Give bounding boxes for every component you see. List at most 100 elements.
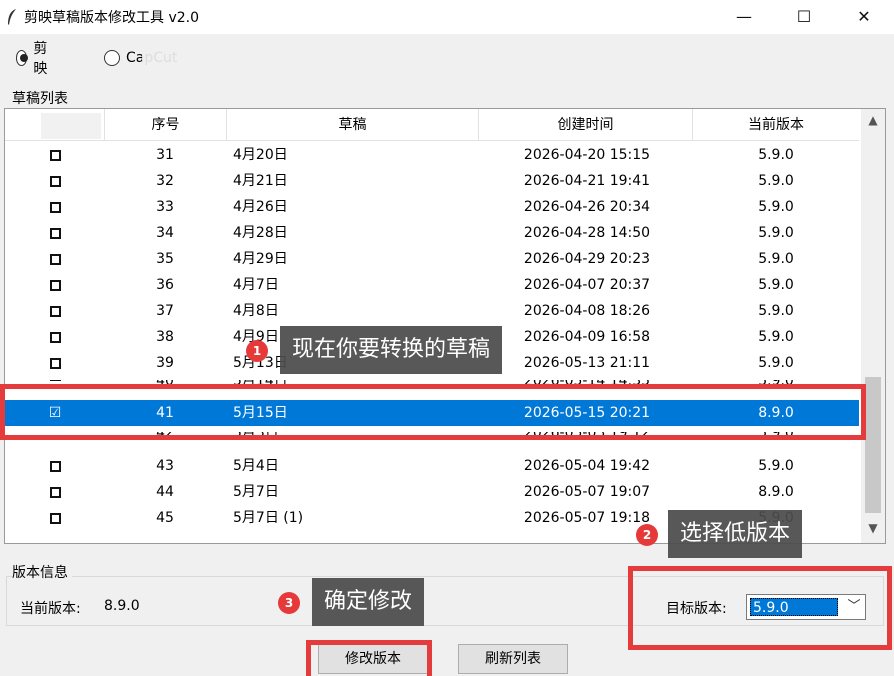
current-version-value: 8.9.0 <box>104 598 140 614</box>
checkbox-icon[interactable] <box>49 380 61 381</box>
step-badge-2: 2 <box>636 524 658 546</box>
row-draft-name: 4月28日 <box>233 225 288 241</box>
row-draft-name: 5月7日 (1) <box>233 510 304 526</box>
minimize-button[interactable]: — <box>714 0 774 34</box>
row-draft-name: 4月7日 <box>233 277 279 293</box>
row-draft-name: 4月29日 <box>233 251 288 267</box>
checkbox-icon[interactable] <box>49 227 61 239</box>
row-created-time: 2026-04-09 16:58 <box>523 329 651 345</box>
highlight-modify-button <box>306 640 432 676</box>
table-row[interactable]: 44 5月7日 2026-05-07 19:07 8.9.0 <box>5 479 859 505</box>
blur-overlay <box>41 113 101 139</box>
callout-step-2: 选择低版本 <box>668 510 803 558</box>
table-row[interactable]: 37 4月8日 2026-04-08 18:26 5.9.0 <box>5 298 859 324</box>
checkbox-icon[interactable] <box>49 486 61 498</box>
checkbox-icon[interactable] <box>49 331 61 343</box>
window-title: 剪映草稿版本修改工具 v2.0 <box>24 10 199 26</box>
checkbox-icon[interactable] <box>49 175 61 187</box>
row-number: 33 <box>156 199 174 215</box>
current-version-label: 当前版本: <box>20 601 81 617</box>
callout-step-1: 现在你要转换的草稿 <box>280 326 503 374</box>
row-version: 5.9.0 <box>758 329 794 345</box>
row-created-time: 2026-04-21 19:41 <box>523 173 651 189</box>
row-number: 34 <box>156 225 174 241</box>
row-draft-name: 5月4日 <box>233 458 279 474</box>
scroll-thumb[interactable] <box>865 377 881 513</box>
radio-selected-icon <box>16 50 29 66</box>
table-row[interactable]: 36 4月7日 2026-04-07 20:37 5.9.0 <box>5 272 859 298</box>
table-header: 序号 草稿 创建时间 当前版本 <box>5 109 859 141</box>
row-created-time: 2026-04-29 20:23 <box>523 251 651 267</box>
checkbox-icon[interactable] <box>49 460 61 472</box>
row-number: 31 <box>156 147 174 163</box>
table-row[interactable]: 43 5月4日 2026-05-04 19:42 5.9.0 <box>5 453 859 479</box>
row-version: 5.9.0 <box>758 303 794 319</box>
checkbox-icon[interactable] <box>49 253 61 265</box>
row-number: 45 <box>156 510 174 526</box>
column-header-number[interactable]: 序号 <box>105 109 227 141</box>
row-draft-name: 5月7日 <box>233 484 279 500</box>
row-version: 5.9.0 <box>758 147 794 163</box>
radio-unselected-icon <box>104 50 120 66</box>
chevron-down-icon[interactable]: ▼ <box>861 521 885 543</box>
blur-overlay <box>142 44 204 70</box>
row-version: 5.9.0 <box>758 458 794 474</box>
column-header-version[interactable]: 当前版本 <box>693 109 859 141</box>
table-row[interactable]: 34 4月28日 2026-04-28 14:50 5.9.0 <box>5 220 859 246</box>
row-draft-name: 4月21日 <box>233 173 288 189</box>
refresh-list-button[interactable]: 刷新列表 <box>458 644 568 674</box>
vertical-scrollbar[interactable]: ▲ ▼ <box>861 109 885 543</box>
row-number: 39 <box>156 355 174 371</box>
table-row[interactable]: 33 4月26日 2026-04-26 20:34 5.9.0 <box>5 194 859 220</box>
version-info-label: 版本信息 <box>12 562 72 582</box>
checkbox-icon[interactable] <box>49 201 61 213</box>
row-version: 5.9.0 <box>758 173 794 189</box>
row-created-time: 2026-05-13 21:11 <box>523 355 651 371</box>
row-number: 37 <box>156 303 174 319</box>
callout-step-3: 确定修改 <box>312 578 425 626</box>
row-version: 5.9.0 <box>758 277 794 293</box>
row-draft-name: 4月26日 <box>233 199 288 215</box>
row-created-time: 2026-04-07 20:37 <box>523 277 651 293</box>
chevron-up-icon[interactable]: ▲ <box>861 113 885 135</box>
step-badge-1: 1 <box>246 340 268 362</box>
draft-list-label: 草稿列表 <box>12 91 68 107</box>
row-created-time: 2026-04-08 18:26 <box>523 303 651 319</box>
table-row[interactable]: 31 4月20日 2026-04-20 15:15 5.9.0 <box>5 142 859 168</box>
radio-label-jianying: 剪映 <box>33 41 48 77</box>
highlight-target-version <box>628 566 892 650</box>
feather-icon <box>8 9 16 25</box>
row-created-time: 2026-04-28 14:50 <box>523 225 651 241</box>
checkbox-icon[interactable] <box>49 279 61 291</box>
column-header-created[interactable]: 创建时间 <box>479 109 693 141</box>
row-created-time: 2026-04-20 15:15 <box>523 147 651 163</box>
row-version: 5.9.0 <box>758 355 794 371</box>
row-number: 44 <box>156 484 174 500</box>
table-row[interactable]: 32 4月21日 2026-04-21 19:41 5.9.0 <box>5 168 859 194</box>
row-created-time: 2026-05-07 19:07 <box>523 484 651 500</box>
row-created-time: 2026-05-07 19:18 <box>523 510 651 526</box>
row-created-time: 2026-05-04 19:42 <box>523 458 651 474</box>
highlight-selected-row <box>0 384 866 440</box>
checkbox-icon[interactable] <box>49 357 61 369</box>
title-bar: 剪映草稿版本修改工具 v2.0 — ☐ ✕ <box>0 0 894 34</box>
row-created-time: 2026-04-26 20:34 <box>523 199 651 215</box>
row-number: 43 <box>156 458 174 474</box>
row-version: 5.9.0 <box>758 251 794 267</box>
step-badge-3: 3 <box>278 592 300 614</box>
checkbox-icon[interactable] <box>49 305 61 317</box>
table-row[interactable]: 35 4月29日 2026-04-29 20:23 5.9.0 <box>5 246 859 272</box>
radio-jianying[interactable]: 剪映 <box>16 41 52 77</box>
close-button[interactable]: ✕ <box>834 0 894 34</box>
row-number: 32 <box>156 173 174 189</box>
checkbox-icon[interactable] <box>49 512 61 524</box>
maximize-button[interactable]: ☐ <box>774 0 834 34</box>
row-version: 5.9.0 <box>758 225 794 241</box>
row-draft-name: 4月8日 <box>233 303 279 319</box>
column-header-draft[interactable]: 草稿 <box>227 109 479 141</box>
row-draft-name: 4月20日 <box>233 147 288 163</box>
row-number: 38 <box>156 329 174 345</box>
row-number: 35 <box>156 251 174 267</box>
checkbox-icon[interactable] <box>49 149 61 161</box>
row-number: 36 <box>156 277 174 293</box>
